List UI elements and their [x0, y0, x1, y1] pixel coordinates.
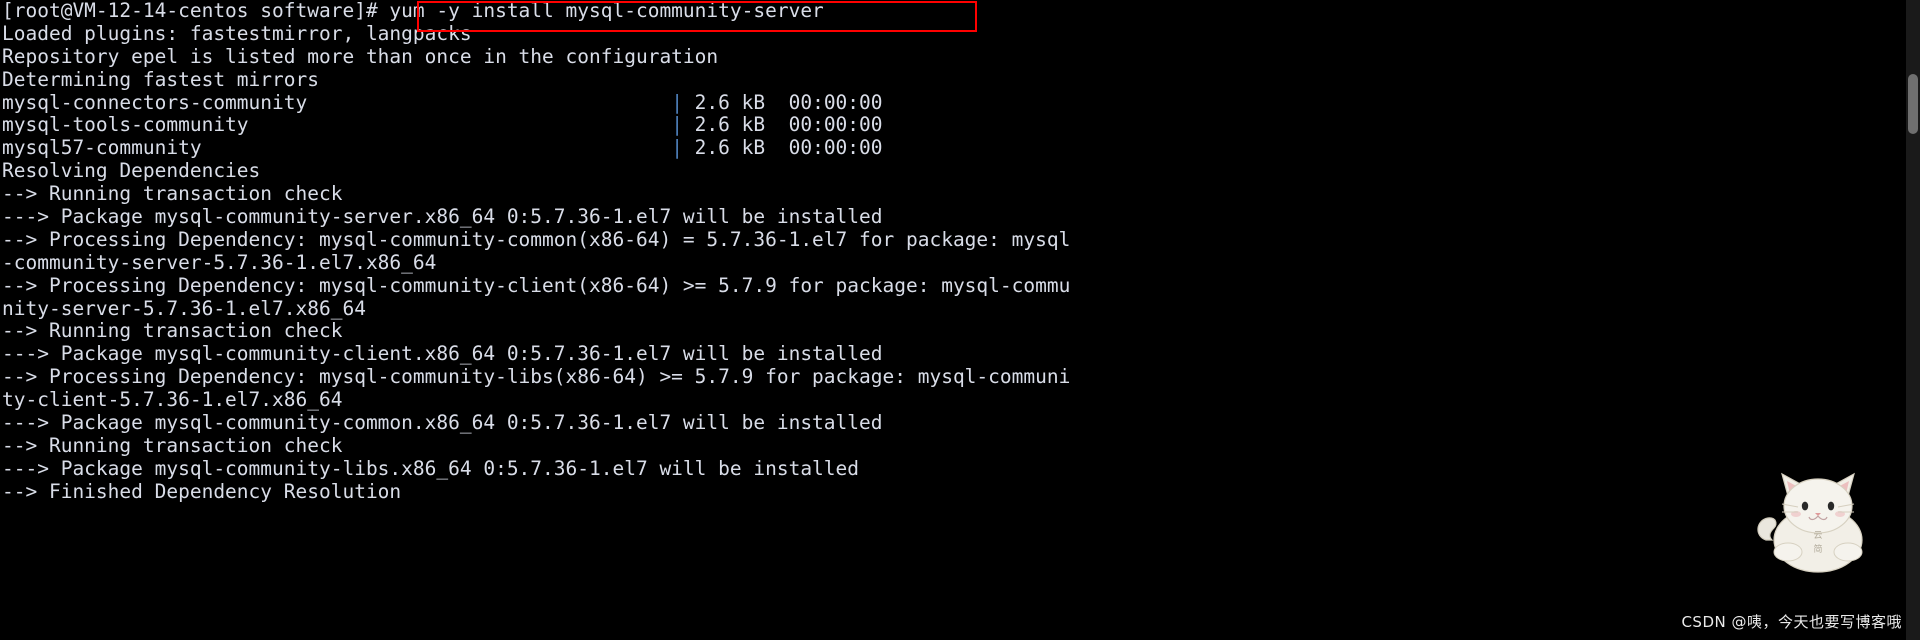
terminal-line: ---> Package mysql-community-common.x86_… — [0, 411, 1556, 435]
terminal-line: nity-server-5.7.36-1.el7.x86_64 — [0, 296, 1556, 321]
terminal-line-text: mysql-connectors-community — [2, 90, 672, 114]
terminal-line-text: --> Finished Dependency Resolution — [2, 479, 402, 503]
terminal-line: mysql-connectors-community | 2.6 kB 00:0… — [0, 90, 1556, 115]
terminal-line: ty-client-5.7.36-1.el7.x86_64 — [0, 388, 1556, 412]
terminal-line-meta: 2.6 kB 00:00:00 — [682, 113, 883, 137]
terminal-line-text: Repository epel is listed more than once… — [2, 44, 719, 68]
terminal-line-meta: 2.6 kB 00:00:00 — [682, 136, 883, 160]
svg-text:云: 云 — [1813, 531, 1822, 541]
terminal-line-text: ---> Package mysql-community-libs.x86_64… — [2, 456, 860, 480]
svg-text:简: 简 — [1813, 543, 1822, 555]
terminal-line: ---> Package mysql-community-client.x86_… — [0, 342, 1556, 366]
vertical-scrollbar-track[interactable] — [1906, 0, 1920, 640]
terminal-line: ---> Package mysql-community-server.x86_… — [0, 205, 1556, 229]
terminal-line: --> Running transaction check — [0, 320, 1556, 343]
vertical-scrollbar-thumb[interactable] — [1908, 74, 1918, 134]
terminal-line: ---> Package mysql-community-libs.x86_64… — [0, 456, 1556, 481]
terminal-line-text: --> Running transaction check — [2, 433, 343, 457]
terminal-line: Repository epel is listed more than once… — [0, 44, 1556, 69]
terminal-line: --> Processing Dependency: mysql-communi… — [0, 273, 1556, 298]
terminal-line-text: Resolving Dependencies — [2, 159, 261, 183]
terminal-line: mysql-tools-community | 2.6 kB 00:00:00 — [0, 114, 1556, 137]
terminal-line: [root@VM-12-14-centos software]# yum -y … — [0, 0, 1556, 23]
terminal-line: Determining fastest mirrors — [0, 67, 1556, 92]
terminal-line: --> Finished Dependency Resolution — [0, 479, 1556, 504]
column-separator: | — [671, 136, 683, 160]
terminal-line-text: nity-server-5.7.36-1.el7.x86_64 — [2, 296, 366, 320]
terminal-line-text: Determining fastest mirrors — [2, 67, 319, 91]
terminal-line-text: Loaded plugins: fastestmirror, langpacks — [2, 21, 472, 45]
terminal-line-text: --> Running transaction check — [2, 319, 343, 343]
terminal-line-text: --> Running transaction check — [2, 182, 343, 206]
column-separator: | — [671, 90, 683, 114]
terminal-line-text: --> Processing Dependency: mysql-communi… — [2, 365, 1071, 389]
terminal-line-text: --> Processing Dependency: mysql-communi… — [2, 227, 1071, 251]
terminal-line-text: mysql57-community — [2, 136, 672, 160]
terminal-line: -community-server-5.7.36-1.el7.x86_64 — [0, 250, 1556, 275]
column-separator: | — [671, 113, 683, 137]
terminal-line: --> Running transaction check — [0, 433, 1556, 458]
csdn-watermark: CSDN @咦，今天也要写博客哦 — [1681, 613, 1902, 631]
terminal-line-meta: 2.6 kB 00:00:00 — [682, 90, 883, 114]
terminal-line-text: -community-server-5.7.36-1.el7.x86_64 — [2, 250, 437, 274]
terminal-line: Resolving Dependencies — [0, 159, 1556, 183]
terminal-screen: [root@VM-12-14-centos software]# yum -y … — [0, 0, 1920, 640]
terminal-line-text: ---> Package mysql-community-server.x86_… — [2, 205, 883, 229]
terminal-line-text: --> Processing Dependency: mysql-communi… — [2, 273, 1071, 297]
terminal-line: --> Running transaction check — [0, 182, 1556, 206]
terminal-line-text: ty-client-5.7.36-1.el7.x86_64 — [2, 388, 343, 412]
terminal-line: Loaded plugins: fastestmirror, langpacks — [0, 21, 1556, 46]
terminal-line-text: mysql-tools-community — [2, 113, 672, 137]
terminal-line-text: [root@VM-12-14-centos software]# yum -y … — [2, 0, 824, 22]
terminal-line-text: ---> Package mysql-community-common.x86_… — [2, 411, 883, 435]
terminal-line: --> Processing Dependency: mysql-communi… — [0, 365, 1556, 389]
terminal-line: --> Processing Dependency: mysql-communi… — [0, 227, 1556, 252]
terminal-line: mysql57-community | 2.6 kB 00:00:00 — [0, 136, 1556, 160]
terminal-line-text: ---> Package mysql-community-client.x86_… — [2, 342, 883, 366]
cat-mascot-watermark: 云 简 — [1757, 472, 1863, 573]
terminal-output[interactable]: [root@VM-12-14-centos software]# yum -y … — [0, 0, 1556, 640]
